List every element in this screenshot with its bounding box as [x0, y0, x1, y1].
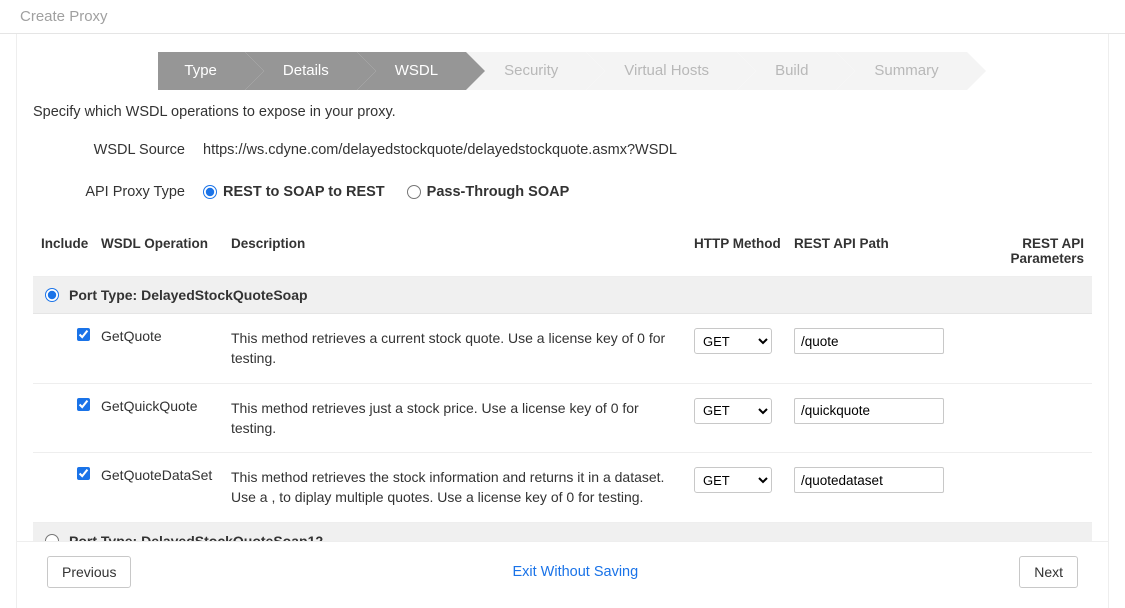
wsdl-source-value: https://ws.cdyne.com/delayedstockquote/d… [203, 142, 677, 158]
header-http-method: HTTP Method [694, 236, 794, 251]
port-type-label: Port Type: DelayedStockQuoteSoap [69, 287, 308, 303]
footer-bar: Previous Exit Without Saving Next [17, 541, 1108, 608]
port-type-label: Port Type: DelayedStockQuoteSoap12 [69, 533, 323, 541]
header-description: Description [231, 236, 694, 251]
proxy-type-row: API Proxy Type REST to SOAP to REST Pass… [33, 184, 1092, 200]
table-row: GetQuoteDataSet This method retrieves th… [33, 453, 1092, 523]
rest-path-input[interactable] [794, 398, 944, 424]
rest-path-input[interactable] [794, 328, 944, 354]
operation-name: GetQuickQuote [101, 398, 231, 414]
operations-scroll[interactable]: Port Type: DelayedStockQuoteSoap GetQuot… [33, 277, 1092, 541]
header-include: Include [41, 236, 101, 251]
proxy-type-passthrough-radio[interactable] [407, 185, 421, 199]
operation-description: This method retrieves just a stock price… [231, 398, 694, 439]
table-row: GetQuote This method retrieves a current… [33, 314, 1092, 384]
proxy-type-rest-radio[interactable] [203, 185, 217, 199]
http-method-select[interactable]: GET [694, 398, 772, 424]
table-header-row: Include WSDL Operation Description HTTP … [33, 226, 1092, 277]
rest-path-input[interactable] [794, 467, 944, 493]
page-title: Create Proxy [0, 0, 1125, 34]
header-rest-params: REST API Parameters [954, 236, 1084, 266]
table-row: GetQuickQuote This method retrieves just… [33, 384, 1092, 454]
port-type-radio-soap[interactable] [45, 288, 59, 302]
proxy-type-label: API Proxy Type [33, 184, 203, 200]
http-method-select[interactable]: GET [694, 467, 772, 493]
operations-table: Include WSDL Operation Description HTTP … [33, 226, 1092, 541]
port-type-row[interactable]: Port Type: DelayedStockQuoteSoap12 [33, 523, 1092, 541]
port-type-radio-soap12[interactable] [45, 534, 59, 541]
previous-button[interactable]: Previous [47, 556, 131, 588]
port-type-row[interactable]: Port Type: DelayedStockQuoteSoap [33, 277, 1092, 314]
step-summary: Summary [836, 52, 966, 90]
http-method-select[interactable]: GET [694, 328, 772, 354]
proxy-type-rest-label[interactable]: REST to SOAP to REST [223, 184, 385, 200]
operation-name: GetQuote [101, 328, 231, 344]
wsdl-source-label: WSDL Source [33, 142, 203, 158]
next-button[interactable]: Next [1019, 556, 1078, 588]
instructions-text: Specify which WSDL operations to expose … [17, 104, 1108, 142]
operation-description: This method retrieves a current stock qu… [231, 328, 694, 369]
operation-name: GetQuoteDataSet [101, 467, 231, 483]
step-virtual-hosts: Virtual Hosts [586, 52, 737, 90]
header-operation: WSDL Operation [101, 236, 231, 251]
exit-without-saving-link[interactable]: Exit Without Saving [512, 564, 638, 580]
wsdl-source-row: WSDL Source https://ws.cdyne.com/delayed… [33, 142, 1092, 158]
step-type[interactable]: Type [158, 52, 245, 90]
include-checkbox[interactable] [77, 467, 90, 480]
operation-description: This method retrieves the stock informat… [231, 467, 694, 508]
include-checkbox[interactable] [77, 398, 90, 411]
proxy-type-passthrough-label[interactable]: Pass-Through SOAP [427, 184, 570, 200]
include-checkbox[interactable] [77, 328, 90, 341]
header-rest-path: REST API Path [794, 236, 954, 251]
wizard-steps: Type Details WSDL Security Virtual Hosts… [17, 52, 1108, 90]
